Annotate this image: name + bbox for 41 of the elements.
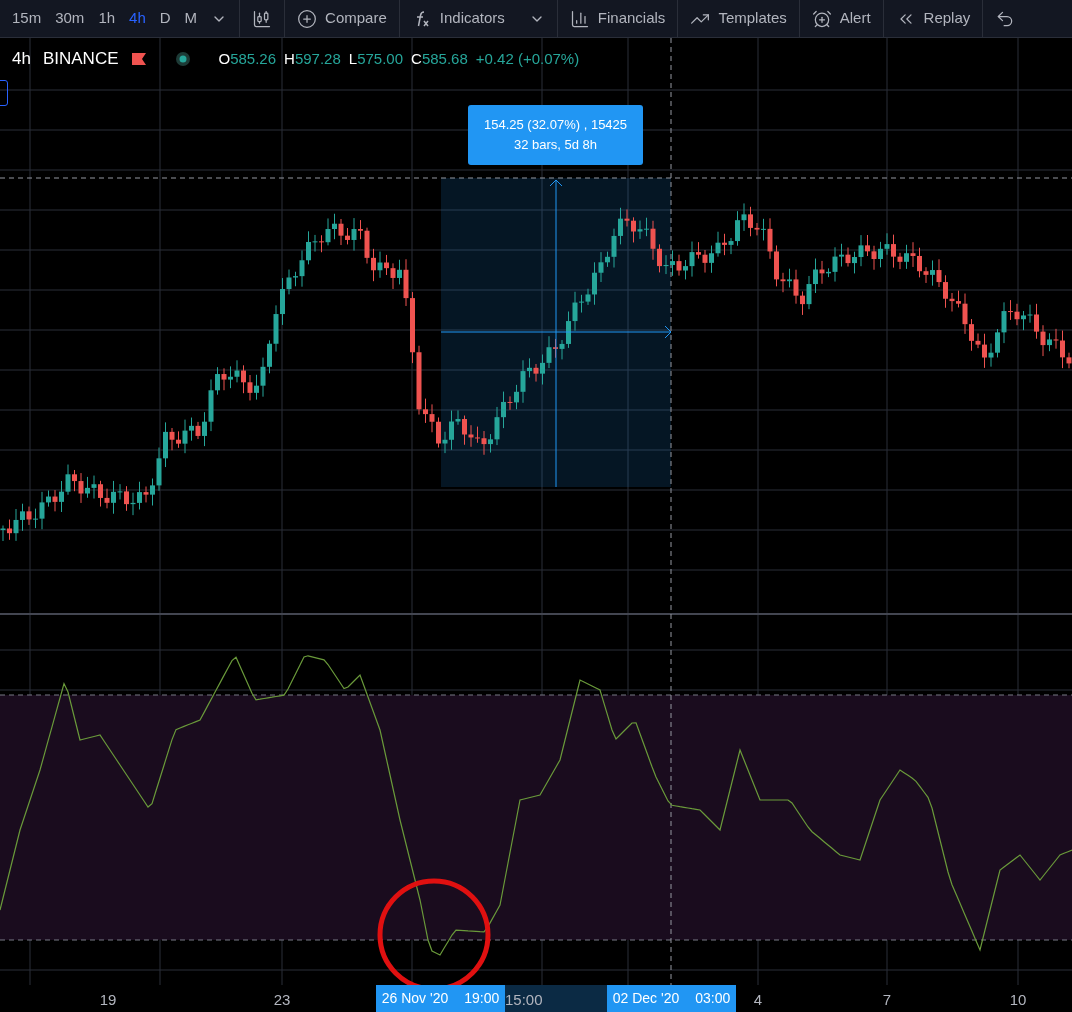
interval-button[interactable]: 15m [12, 7, 42, 30]
time-axis-label: 19 [99, 990, 117, 1010]
bar-chart-icon [569, 8, 590, 29]
ohlc-label: L [348, 48, 358, 69]
toolbar-button[interactable]: Alert [799, 7, 883, 30]
toolbar-button[interactable]: Financials [557, 7, 678, 30]
measure-value: 154.25 (32.07%) , 15425 [483, 116, 628, 134]
measure-duration: 32 bars, 5d 8h [513, 136, 598, 154]
interval-button[interactable]: M [184, 7, 198, 30]
time-axis-label: 7 [882, 990, 892, 1010]
interval-button[interactable]: 4h [129, 7, 146, 30]
ohlc-label: C [411, 48, 422, 69]
interval-button[interactable]: 1h [98, 7, 116, 30]
interval-button[interactable]: 30m [55, 7, 85, 30]
toolbar-button[interactable]: Compare [285, 7, 399, 30]
time-axis-label: 15:00 [505, 991, 543, 1008]
highlight-date: 26 Nov '20 [381, 989, 449, 1008]
ohlc-value: 597.28 [294, 48, 341, 69]
time-axis-label: 10 [1009, 990, 1027, 1010]
highlight-time: 19:00 [464, 989, 500, 1008]
interval-label: 4h [12, 48, 31, 70]
price-change: +0.42 (+0.07%) [475, 48, 580, 69]
exchange-label: BINANCE [42, 48, 119, 70]
time-axis-label: 23 [273, 990, 291, 1010]
plus-circle-icon [297, 8, 318, 29]
ohlc-value: 585.26 [230, 48, 277, 69]
alarm-clock-icon [811, 8, 832, 29]
interval-button[interactable]: D [159, 7, 171, 30]
ohlc-label: H [284, 48, 295, 69]
toolbar-button[interactable]: Replay [883, 7, 983, 30]
time-axis-label: 4 [753, 990, 763, 1010]
ohlc-value: 575.00 [357, 48, 404, 69]
flag-icon[interactable] [130, 51, 147, 66]
highlight-time: 03:00 [695, 989, 731, 1008]
candlestick-icon[interactable] [252, 8, 273, 29]
toolbar-button[interactable]: Templates [678, 7, 799, 30]
status-dot-icon [174, 50, 191, 67]
ohlc-value: 585.68 [421, 48, 468, 69]
toolbar-button[interactable]: Indicators [399, 7, 557, 30]
ohlc-label: O [218, 48, 231, 69]
highlight-date: 02 Dec '20 [612, 989, 680, 1008]
